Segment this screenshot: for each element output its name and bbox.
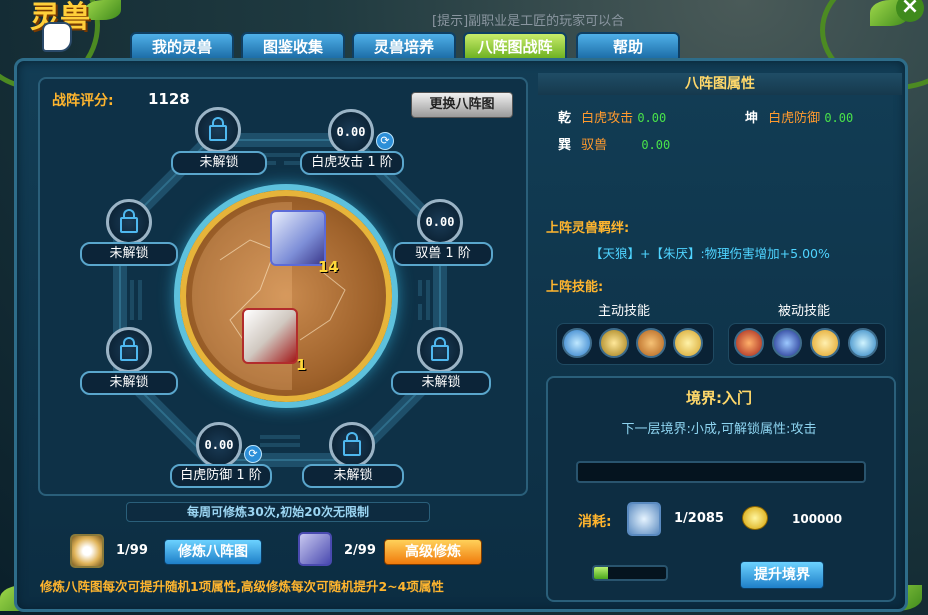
leaf-decoration [85,0,121,20]
swap-icon[interactable]: ⟳ [244,445,262,463]
slot-value: 0.00 [204,438,234,452]
realm-progress-bar [576,461,866,483]
pet-level: 14 [318,258,339,276]
advanced-train-button[interactable]: 高级修炼 [384,539,482,565]
cost-gold: 100000 [792,512,843,526]
active-skills-label: 主动技能 [598,304,651,319]
tab-my-pets[interactable]: 我的灵兽 [130,32,234,60]
formation-slot-locked[interactable] [329,422,375,468]
attribute-row: 巽 驭兽 0.00 [558,134,670,153]
score-value: 1128 [148,90,190,108]
lightning-skill-icon[interactable] [562,328,592,358]
slot-label: 未解锁 [80,371,178,395]
slot-label: 驭兽 1 阶 [393,242,493,266]
weekly-notice: 每周可修炼30次,初始20次无限制 [126,502,430,522]
realm-next-info: 下一层境界:小成,可解锁属性:攻击 [621,422,817,437]
bagua-scroll-icon [70,534,104,568]
bond-text: 【天狼】+【朱厌】:物理伤害增加+5.00% [590,246,830,261]
attributes-header: 八阵图属性 [538,73,902,95]
rock-skill-icon[interactable] [636,328,666,358]
formation-slot-locked[interactable] [417,327,463,373]
system-notice: [提示]副职业是工匠的玩家可以合 [432,14,625,29]
advanced-scroll-icon [298,532,332,566]
gua-symbol: 巽 [558,138,572,153]
tab-collection[interactable]: 图鉴收集 [241,32,345,60]
tab-formation[interactable]: 八阵图战阵 [463,32,567,60]
train-count: 1/99 [116,543,148,558]
upgrade-realm-button[interactable]: 提升境界 [740,561,824,589]
score-label: 战阵评分: [52,93,114,109]
slot-label: 未解锁 [302,464,404,488]
cost-label: 消耗: [578,514,612,530]
small-progress-fill [594,567,609,579]
swap-formation-button[interactable]: 更换八阵图 [411,92,513,118]
training-tip: 修炼八阵图每次可提升随机1项属性,高级修炼每次可随机提升2~4项属性 [40,579,444,594]
slash-skill-icon[interactable] [673,328,703,358]
claw-skill-icon[interactable] [599,328,629,358]
formation-slot-locked[interactable] [195,107,241,153]
train-formation-button[interactable]: 修炼八阵图 [164,539,262,565]
formation-slot-baihu-attack[interactable]: 0.00 [328,109,374,155]
attribute-value: 0.00 [641,138,671,152]
slot-label: 未解锁 [391,371,491,395]
moon-skill-icon[interactable] [810,328,840,358]
formation-slot-locked[interactable] [106,327,152,373]
attribute-name: 驭兽 [581,138,608,153]
pet-zhuyan-avatar[interactable] [242,308,298,364]
cross-skill-icon[interactable] [848,328,878,358]
lock-icon [120,337,138,361]
gua-symbol: 乾 [558,111,572,126]
slot-label: 白虎攻击 1 阶 [300,151,404,175]
attribute-name: 白虎防御 [768,111,821,126]
lock-icon [343,432,361,456]
slot-label: 未解锁 [171,151,267,175]
lock-icon [431,337,449,361]
advanced-count: 2/99 [344,543,376,558]
slot-value: 0.00 [425,215,455,229]
lock-icon [120,209,138,233]
hand-cursor-icon [42,22,72,52]
shadow-skill-icon[interactable] [772,328,802,358]
fire-skill-icon[interactable] [734,328,764,358]
skills-title: 上阵技能: [546,280,604,295]
formation-slot-locked[interactable] [106,199,152,245]
bond-title: 上阵灵兽羁绊: [546,221,630,236]
small-progress-bar [592,565,668,581]
tab-training[interactable]: 灵兽培养 [352,32,456,60]
tab-help[interactable]: 帮助 [576,32,680,60]
attribute-row: 乾 白虎攻击 0.00 [558,107,666,126]
formation-slot-yushou[interactable]: 0.00 [417,199,463,245]
lock-icon [209,117,227,141]
pet-level: 1 [296,356,307,374]
swap-icon[interactable]: ⟳ [376,132,394,150]
realm-title: 境界:入门 [686,389,752,407]
attribute-name: 白虎攻击 [581,111,634,126]
slot-label: 未解锁 [80,242,178,266]
cost-item-count: 1/2085 [674,511,724,526]
passive-skills-label: 被动技能 [778,304,831,319]
gold-coin-icon [742,506,768,530]
slot-label: 白虎防御 1 阶 [170,464,272,488]
formation-slot-baihu-defense[interactable]: 0.00 [196,422,242,468]
attribute-value: 0.00 [824,111,854,125]
attribute-row: 坤 白虎防御 0.00 [745,107,853,126]
slot-value: 0.00 [336,125,366,139]
gua-symbol: 坤 [745,111,759,126]
attribute-value: 0.00 [637,111,667,125]
realm-stone-icon [627,502,661,536]
